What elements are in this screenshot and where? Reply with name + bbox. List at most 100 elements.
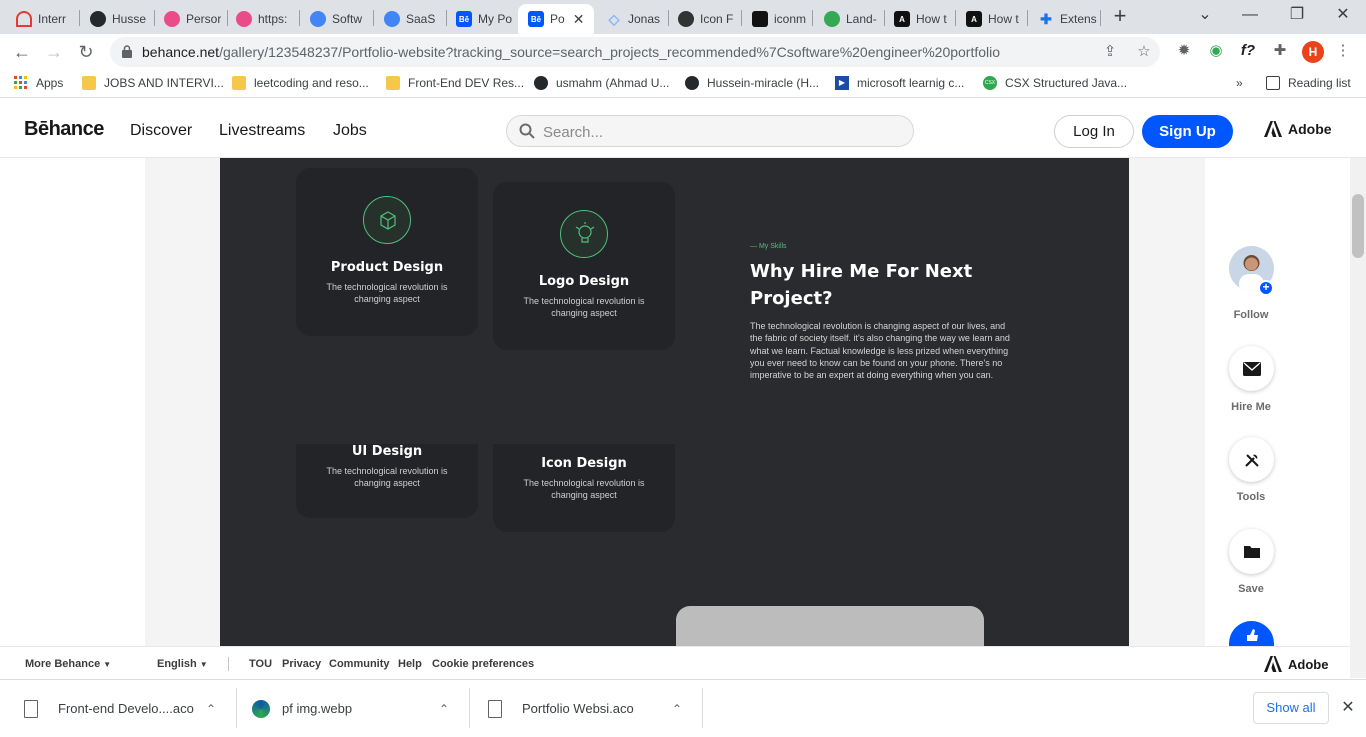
language-dropdown[interactable]: English ▼ bbox=[157, 658, 208, 670]
bookmark-folder[interactable]: leetcoding and reso... bbox=[232, 76, 369, 90]
bookmark-folder[interactable]: Front-End DEV Res... bbox=[386, 76, 524, 90]
back-button[interactable]: ← bbox=[10, 40, 34, 64]
footer-link-cookies[interactable]: Cookie preferences bbox=[432, 658, 534, 670]
tab[interactable]: Land- bbox=[814, 4, 886, 34]
card-description: The technological revolution is changing… bbox=[326, 282, 448, 304]
new-tab-button[interactable]: + bbox=[1108, 5, 1132, 29]
speedometer-icon bbox=[16, 11, 32, 27]
save-button[interactable] bbox=[1229, 529, 1274, 574]
tab[interactable]: https: bbox=[226, 4, 298, 34]
bookmark-star-icon[interactable]: ☆ bbox=[1134, 42, 1154, 62]
nav-livestreams[interactable]: Livestreams bbox=[219, 122, 305, 140]
bulb-icon bbox=[560, 210, 608, 258]
footer-link-privacy[interactable]: Privacy bbox=[282, 658, 321, 670]
save-label[interactable]: Save bbox=[1211, 583, 1291, 595]
address-bar[interactable]: behance.net/gallery/123548237/Portfolio-… bbox=[110, 37, 1160, 67]
behance-logo[interactable]: Bēhance bbox=[24, 118, 104, 141]
profile-avatar[interactable]: H bbox=[1302, 41, 1324, 63]
extension-bug-icon[interactable]: ✹ bbox=[1174, 41, 1194, 61]
nav-discover[interactable]: Discover bbox=[130, 122, 192, 140]
menu-kebab-icon[interactable]: ⋮ bbox=[1333, 41, 1353, 61]
folder-icon bbox=[386, 76, 400, 90]
forward-button[interactable]: → bbox=[42, 40, 66, 64]
tab[interactable]: SaaS bbox=[374, 4, 446, 34]
diamond-icon: ◇ bbox=[608, 10, 620, 27]
tab-search-icon[interactable]: ⌄ bbox=[1193, 4, 1217, 28]
download-item[interactable]: pf img.webp bbox=[252, 680, 352, 737]
scrollbar-thumb[interactable] bbox=[1352, 194, 1364, 258]
tab[interactable]: ◇ Jonas bbox=[596, 4, 666, 34]
search-box bbox=[506, 115, 914, 147]
tab[interactable]: Icon F bbox=[668, 4, 740, 34]
downloads-shelf: Front-end Develo....aco ⌃ pf img.webp ⌃ … bbox=[0, 679, 1366, 736]
dribbble-icon bbox=[236, 11, 252, 27]
download-options-icon[interactable]: ⌃ bbox=[439, 702, 449, 716]
tab[interactable]: Interr bbox=[6, 4, 76, 34]
github-icon bbox=[685, 76, 699, 90]
tab[interactable]: Husse bbox=[80, 4, 152, 34]
nextjs-icon: A bbox=[894, 11, 910, 27]
bookmark-apps[interactable]: Apps bbox=[14, 76, 63, 90]
share-icon[interactable]: ⇪ bbox=[1100, 42, 1120, 62]
tab-strip: Interr Husse Persor https: Softw SaaS Bē… bbox=[0, 0, 1366, 34]
maximize-button[interactable]: ❐ bbox=[1285, 4, 1309, 28]
extensions-puzzle-icon[interactable]: ✚ bbox=[1270, 41, 1290, 61]
tab[interactable]: Persor bbox=[154, 4, 226, 34]
bookmarks-overflow-icon[interactable]: » bbox=[1236, 76, 1243, 90]
footer-link-tou[interactable]: TOU bbox=[249, 658, 272, 670]
show-all-downloads-button[interactable]: Show all bbox=[1253, 692, 1329, 724]
tab[interactable]: Softw bbox=[300, 4, 372, 34]
close-window-button[interactable]: ✕ bbox=[1331, 4, 1355, 28]
tab[interactable]: A How t bbox=[956, 4, 1028, 34]
tab[interactable]: ✚ Extens bbox=[1028, 4, 1100, 34]
close-downloads-icon[interactable]: ✕ bbox=[1338, 698, 1358, 718]
footer-link-help[interactable]: Help bbox=[398, 658, 422, 670]
download-item[interactable]: Front-end Develo....aco bbox=[24, 680, 194, 737]
apps-grid-icon bbox=[14, 76, 27, 89]
bookmark-link[interactable]: ▶ microsoft learnig c... bbox=[835, 76, 964, 90]
tools-label[interactable]: Tools bbox=[1211, 491, 1291, 503]
hire-me-button[interactable] bbox=[1229, 346, 1274, 391]
adobe-logo-icon bbox=[1264, 656, 1282, 672]
minimize-button[interactable]: — bbox=[1238, 4, 1262, 28]
behance-icon: Bē bbox=[528, 11, 544, 27]
more-behance-dropdown[interactable]: More Behance ▼ bbox=[25, 658, 111, 670]
tab[interactable]: A How t bbox=[884, 4, 956, 34]
search-input[interactable] bbox=[543, 122, 903, 142]
footer-link-community[interactable]: Community bbox=[329, 658, 390, 670]
skill-card: Icon Design The technological revolution… bbox=[493, 444, 675, 532]
nav-jobs[interactable]: Jobs bbox=[333, 122, 367, 140]
tab-active[interactable]: Bē Po ✕ bbox=[518, 4, 594, 34]
extension-formula-icon[interactable]: f? bbox=[1238, 41, 1258, 61]
section-paragraph: The technological revolution is changing… bbox=[750, 321, 1010, 381]
reading-list-button[interactable]: Reading list bbox=[1266, 76, 1351, 90]
bookmark-link[interactable]: usmahm (Ahmad U... bbox=[534, 76, 669, 90]
hire-me-label[interactable]: Hire Me bbox=[1211, 401, 1291, 413]
bookmarks-bar: Apps JOBS AND INTERVI... leetcoding and … bbox=[0, 70, 1366, 98]
tab[interactable]: Bē My Po bbox=[446, 4, 518, 34]
tools-button[interactable] bbox=[1229, 437, 1274, 482]
login-button[interactable]: Log In bbox=[1054, 115, 1134, 148]
footer-adobe-link[interactable]: Adobe bbox=[1264, 656, 1328, 672]
download-options-icon[interactable]: ⌃ bbox=[206, 702, 216, 716]
play-icon: ▶ bbox=[835, 76, 849, 90]
follow-label[interactable]: Follow bbox=[1211, 309, 1291, 321]
bookmark-folder[interactable]: JOBS AND INTERVI... bbox=[82, 76, 224, 90]
caret-down-icon: ▼ bbox=[199, 660, 208, 669]
adobe-link[interactable]: Adobe bbox=[1264, 121, 1332, 137]
follow-plus-icon[interactable]: + bbox=[1258, 280, 1274, 296]
signup-button[interactable]: Sign Up bbox=[1142, 115, 1233, 148]
tab[interactable]: iconm bbox=[742, 4, 814, 34]
extension-globe-icon[interactable]: ◉ bbox=[1206, 41, 1226, 61]
bookmark-link[interactable]: CSX CSX Structured Java... bbox=[983, 76, 1127, 90]
file-icon bbox=[488, 699, 502, 718]
download-options-icon[interactable]: ⌃ bbox=[672, 702, 682, 716]
iconfinder-icon bbox=[678, 11, 694, 27]
reload-button[interactable]: ↻ bbox=[74, 40, 98, 64]
download-item[interactable]: Portfolio Websi.aco bbox=[488, 680, 634, 737]
github-icon bbox=[90, 11, 106, 27]
page-scrollbar[interactable] bbox=[1350, 158, 1366, 678]
card-description: The technological revolution is changing… bbox=[523, 296, 645, 318]
close-tab-icon[interactable]: ✕ bbox=[573, 11, 585, 28]
bookmark-link[interactable]: Hussein-miracle (H... bbox=[685, 76, 819, 90]
